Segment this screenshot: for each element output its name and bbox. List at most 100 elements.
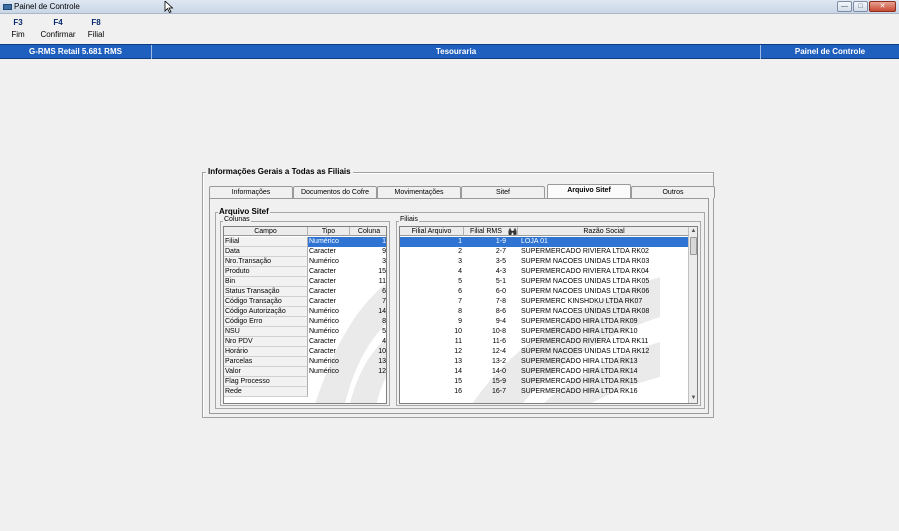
table-row[interactable]: 1 1-9 LOJA 01	[400, 237, 690, 247]
table-row[interactable]: 6 6-0 SUPERM NACOES UNIDAS LTDA RK06	[400, 287, 690, 297]
filial-rms-cell: 6-0	[495, 288, 506, 295]
filial-rms-cell: 3-5	[495, 258, 506, 265]
table-row[interactable]: 13 13-2 SUPERMERCADO HIRA LTDA RK13	[400, 357, 690, 367]
header-razao-social: Razão Social	[583, 228, 625, 235]
razao-social-cell: SUPERMERCADO HIRA LTDA RK14	[521, 368, 638, 375]
table-row[interactable]: Nro.Transação Numérico 3	[224, 257, 386, 267]
coluna-cell: 14	[378, 308, 386, 315]
table-row[interactable]: Produto Caracter 15	[224, 267, 386, 277]
filial-rms-cell: 16-7	[491, 388, 506, 395]
header-module: Tesouraria	[152, 45, 761, 59]
campo-cell: Rede	[224, 387, 308, 397]
scroll-up-icon[interactable]: ▲	[690, 228, 697, 235]
table-row[interactable]: Flag Processo	[224, 377, 386, 387]
fkey-fim[interactable]: F3 Fim	[6, 16, 30, 41]
table-row[interactable]: Bin Caracter 11	[224, 277, 386, 287]
table-row[interactable]: Data Caracter 9	[224, 247, 386, 257]
filiais-grid[interactable]: Filial Arquivo Filial RMS Razão Social 1…	[399, 226, 698, 404]
app-window: Painel de Controle — □ ✕ F3 Fim F4 Confi…	[0, 0, 899, 531]
table-row[interactable]: 9 9-4 SUPERMERCADO HIRA LTDA RK09	[400, 317, 690, 327]
coluna-cell: 13	[378, 358, 386, 365]
tab-movimentacoes[interactable]: Movimentações	[377, 186, 461, 198]
header-filial-rms: Filial RMS	[470, 228, 502, 235]
scroll-down-icon[interactable]: ▼	[690, 395, 697, 402]
coluna-cell	[350, 377, 386, 387]
coluna-cell	[350, 387, 386, 397]
filial-arquivo-cell: 14	[454, 368, 462, 375]
fkey-confirmar[interactable]: F4 Confirmar	[38, 16, 78, 41]
fkey-code: F4	[53, 18, 63, 27]
fkey-label: Fim	[11, 30, 25, 39]
table-row[interactable]: Nro PDV Caracter 4	[224, 337, 386, 347]
campo-cell: Nro PDV	[224, 337, 308, 347]
binoculars-icon[interactable]	[508, 227, 518, 236]
campo-cell: Data	[224, 247, 308, 257]
filial-arquivo-cell: 8	[458, 308, 462, 315]
table-row[interactable]: Horário Caracter 10	[224, 347, 386, 357]
razao-social-cell: SUPERMERCADO RIVIERA LTDA RK04	[521, 268, 649, 275]
tipo-cell	[308, 377, 350, 387]
colunas-group: Colunas Campo Tipo Coluna Filial Numérico…	[220, 216, 390, 406]
coluna-cell: 15	[378, 268, 386, 275]
table-row[interactable]: Rede	[224, 387, 386, 397]
coluna-cell: 3	[382, 258, 386, 265]
window-titlebar[interactable]: Painel de Controle — □ ✕	[0, 0, 899, 14]
coluna-cell: 12	[378, 368, 386, 375]
filial-rms-cell: 14-0	[491, 368, 506, 375]
table-row[interactable]: 3 3-5 SUPERM NACOES UNIDAS LTDA RK03	[400, 257, 690, 267]
table-row[interactable]: 14 14-0 SUPERMERCADO HIRA LTDA RK14	[400, 367, 690, 377]
filiais-scrollbar[interactable]: ▲ ▼	[688, 227, 697, 403]
table-row[interactable]: Filial Numérico 1	[224, 237, 386, 247]
table-row[interactable]: 10 10-8 SUPERMERCADO HIRA LTDA RK10	[400, 327, 690, 337]
table-row[interactable]: 11 11-6 SUPERMERCADO RIVIERA LTDA RK11	[400, 337, 690, 347]
table-row[interactable]: 8 8-6 SUPERM NACOES UNIDAS LTDA RK08	[400, 307, 690, 317]
coluna-cell: 9	[382, 248, 386, 255]
fkey-code: F8	[91, 18, 101, 27]
filial-arquivo-cell: 7	[458, 298, 462, 305]
filial-arquivo-cell: 5	[458, 278, 462, 285]
table-row[interactable]: Parcelas Numérico 13	[224, 357, 386, 367]
header-filial-arquivo: Filial Arquivo	[400, 227, 464, 236]
colunas-grid[interactable]: Campo Tipo Coluna Filial Numérico 1 Data Car…	[223, 226, 387, 404]
maximize-button[interactable]: □	[853, 1, 868, 12]
tab-informacoes[interactable]: Informações	[209, 186, 293, 198]
campo-cell: Código Transação	[224, 297, 308, 307]
table-row[interactable]: Código Erro Numérico 8	[224, 317, 386, 327]
tab-documentos-cofre[interactable]: Documentos do Cofre	[293, 186, 377, 198]
table-row[interactable]: Valor Numérico 12	[224, 367, 386, 377]
fkey-filial[interactable]: F8 Filial	[84, 16, 108, 41]
tab-outros[interactable]: Outros	[631, 186, 715, 198]
tab-strip: Informações Documentos do Cofre Moviment…	[209, 184, 715, 198]
table-row[interactable]: 15 15-9 SUPERMERCADO HIRA LTDA RK15	[400, 377, 690, 387]
function-key-bar: F3 Fim F4 Confirmar F8 Filial	[0, 16, 899, 44]
tab-sitef[interactable]: Sitef	[461, 186, 545, 198]
tipo-cell: Numérico	[309, 358, 339, 365]
table-row[interactable]: Status Transação Caracter 6	[224, 287, 386, 297]
table-row[interactable]: Código Autorização Numérico 14	[224, 307, 386, 317]
razao-social-cell: SUPERMERCADO HIRA LTDA RK16	[521, 388, 638, 395]
tab-panel-arquivo-sitef: Arquivo Sitef Colunas Campo Tipo Coluna	[209, 198, 709, 414]
minimize-button[interactable]: —	[837, 1, 852, 12]
filial-arquivo-cell: 11	[454, 338, 462, 345]
table-row[interactable]: 4 4-3 SUPERMERCADO RIVIERA LTDA RK04	[400, 267, 690, 277]
filial-rms-cell: 12-4	[491, 348, 506, 355]
table-row[interactable]: 5 5-1 SUPERM NACOES UNIDAS LTDA RK05	[400, 277, 690, 287]
section-title: Arquivo Sitef	[218, 207, 270, 216]
table-row[interactable]: 16 16-7 SUPERMERCADO HIRA LTDA RK16	[400, 387, 690, 397]
filial-arquivo-cell: 15	[454, 378, 462, 385]
filiais-header: Filial Arquivo Filial RMS Razão Social	[400, 227, 690, 236]
table-row[interactable]: Código Transação Caracter 7	[224, 297, 386, 307]
filial-arquivo-cell: 16	[454, 388, 462, 395]
close-button[interactable]: ✕	[869, 1, 896, 12]
campo-cell: Status Transação	[224, 287, 308, 297]
razao-social-cell: SUPERM NACOES UNIDAS LTDA RK05	[521, 278, 650, 285]
tipo-cell: Caracter	[309, 288, 336, 295]
table-row[interactable]: NSU Numérico 5	[224, 327, 386, 337]
table-row[interactable]: 12 12-4 SUPERM NACOES UNIDAS LTDA RK12	[400, 347, 690, 357]
scroll-thumb[interactable]	[690, 237, 697, 255]
table-row[interactable]: 7 7-8 SUPERMERC KINSHDKU LTDA RK07	[400, 297, 690, 307]
filial-rms-cell: 5-1	[495, 278, 506, 285]
tab-arquivo-sitef[interactable]: Arquivo Sitef	[547, 184, 631, 198]
filial-rms-cell: 4-3	[495, 268, 506, 275]
table-row[interactable]: 2 2-7 SUPERMERCADO RIVIERA LTDA RK02	[400, 247, 690, 257]
